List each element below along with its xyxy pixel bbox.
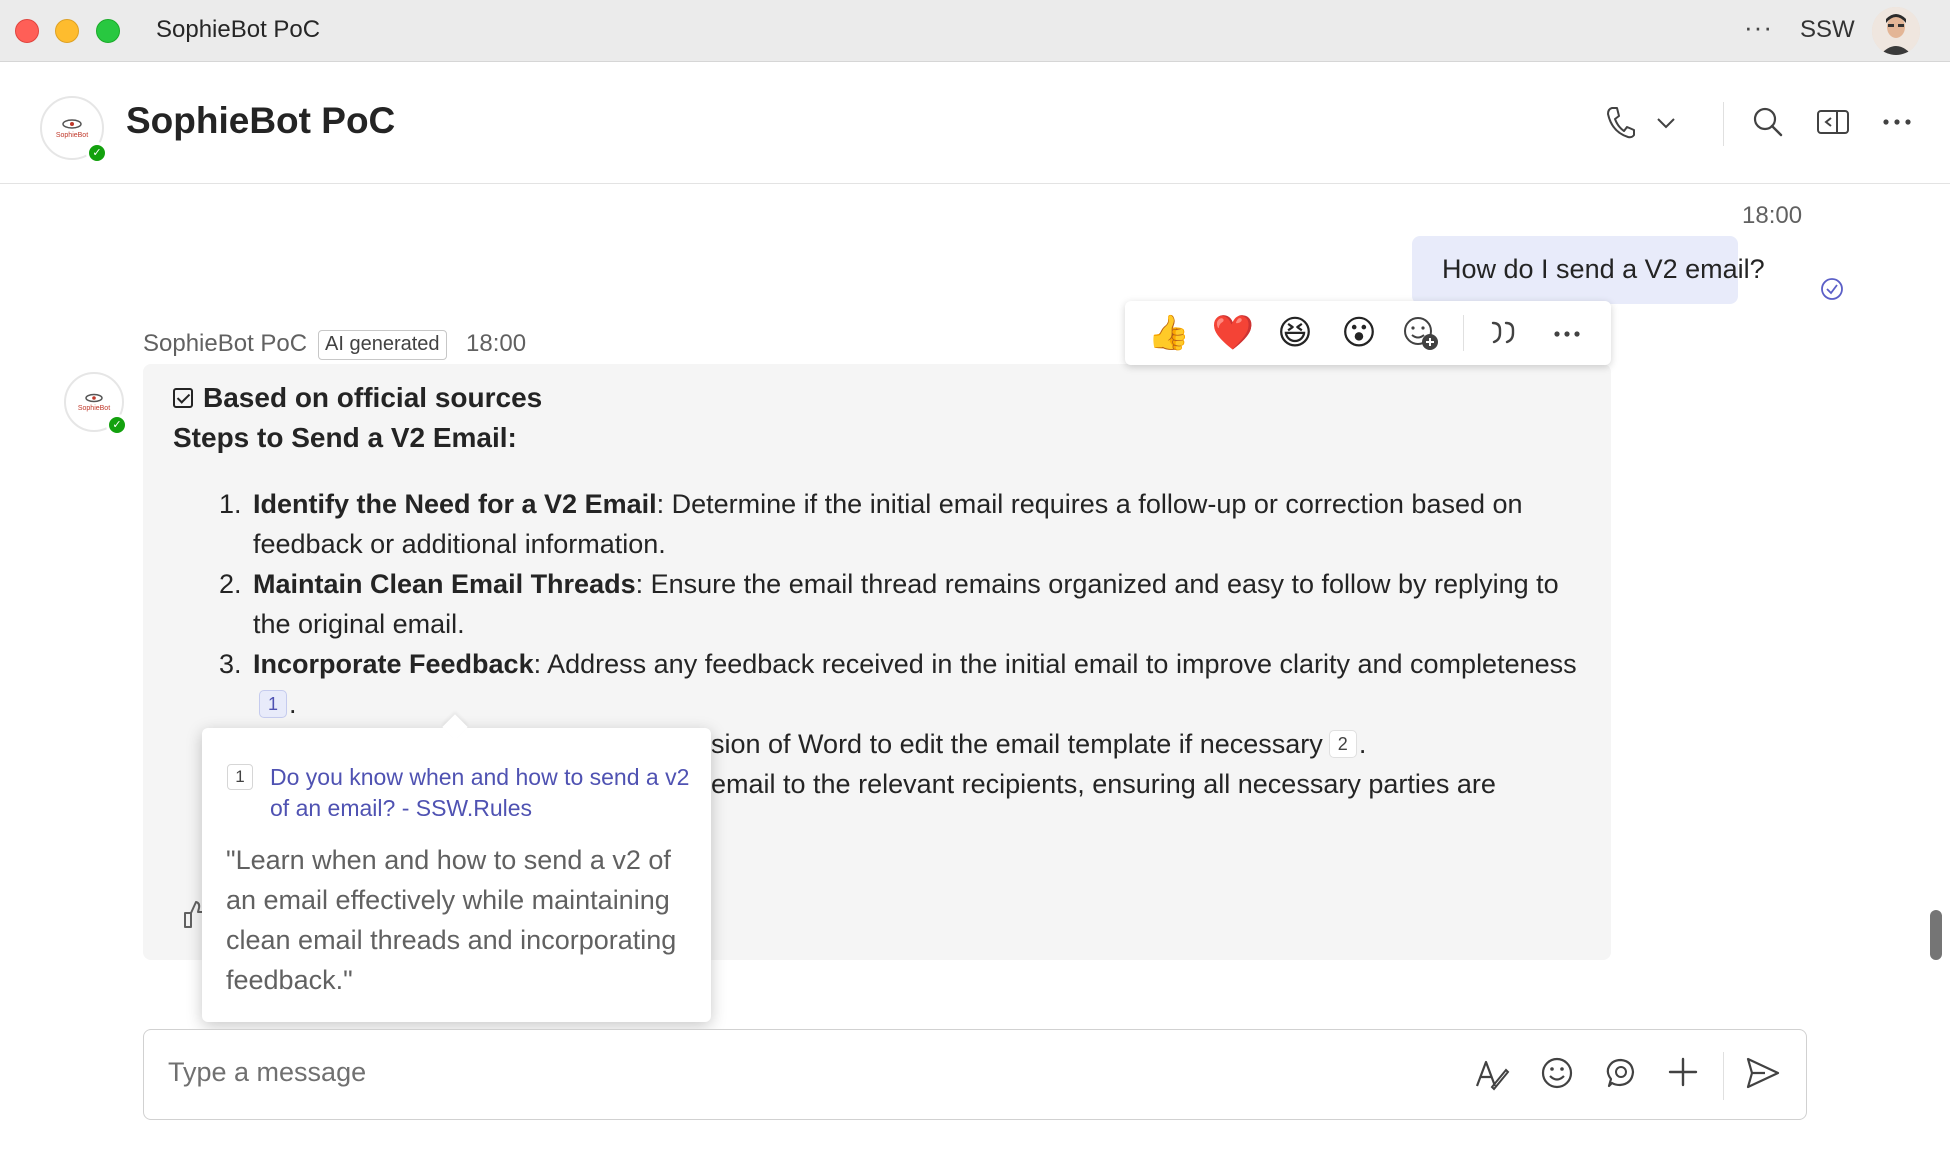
message-bot-avatar[interactable]: SophieBot ✓ [64, 372, 128, 436]
bot-avatar[interactable]: SophieBot ✓ [40, 96, 108, 164]
surprised-reaction-button[interactable]: 😮 [1337, 311, 1381, 355]
message-input[interactable] [168, 1052, 1168, 1092]
citation-marker[interactable]: 2 [1328, 730, 1357, 758]
step-text: : Address any feedback received in the i… [533, 649, 1577, 679]
outgoing-message-text: How do I send a V2 email? [1442, 254, 1765, 284]
message-more-icon[interactable] [1553, 330, 1581, 338]
bot-logo-text: SophieBot [77, 405, 111, 412]
window-title: SophieBot PoC [156, 16, 321, 43]
incoming-timestamp: 18:00 [466, 330, 527, 357]
list-item: 1. Identify the Need for a V2 Email: Det… [219, 484, 1589, 564]
titlebar-more-icon[interactable]: ··· [1744, 12, 1773, 43]
checkbox-icon [173, 388, 193, 408]
citation-quote: "Learn when and how to send a v2 of an e… [226, 845, 677, 995]
steps-heading: Steps to Send a V2 Email: [173, 422, 517, 453]
step-tail: . [289, 689, 297, 719]
step-number: 3. [219, 649, 242, 679]
add-reaction-icon[interactable] [1402, 315, 1440, 351]
step-title: Identify the Need for a V2 Email [253, 489, 657, 519]
list-item: 2. Maintain Clean Email Threads: Ensure … [219, 564, 1589, 644]
composer-divider [1723, 1052, 1724, 1100]
format-icon[interactable] [1474, 1056, 1510, 1092]
outgoing-message[interactable]: How do I send a V2 email? [1412, 236, 1765, 304]
step-title: Incorporate Feedback [253, 649, 534, 679]
step-number: 2. [219, 569, 242, 599]
chat-title: SophieBot PoC [126, 100, 396, 141]
title-bar: SophieBot PoC ··· SSW [0, 0, 1950, 62]
message-composer [143, 1029, 1807, 1120]
user-avatar[interactable] [1872, 7, 1920, 55]
citation-popup: 1 Do you know when and how to send a v2 … [202, 728, 711, 1022]
header-divider [1723, 102, 1724, 146]
chat-header: SophieBot ✓ SophieBot PoC [0, 62, 1950, 184]
loop-icon[interactable] [1603, 1056, 1637, 1090]
step-tail: . [1358, 729, 1367, 759]
chat-scrollbar[interactable] [1930, 910, 1942, 960]
presence-available-icon: ✓ [106, 414, 128, 436]
list-item: 3. Incorporate Feedback: Address any fee… [219, 644, 1589, 724]
send-icon[interactable] [1745, 1056, 1781, 1090]
step-title: Maintain Clean Email Threads [253, 569, 636, 599]
bot-logo-text: SophieBot [55, 132, 89, 139]
like-reaction-button[interactable]: 👍 [1147, 311, 1191, 355]
user-photo-icon [1872, 7, 1920, 55]
citation-link[interactable]: Do you know when and how to send a v2 of… [270, 762, 690, 824]
plus-icon[interactable] [1667, 1056, 1699, 1088]
official-sources-label: Based on official sources [173, 382, 542, 414]
read-receipt-icon [1821, 278, 1843, 300]
maximize-window-button[interactable] [96, 19, 120, 43]
step-text: sion of Word to edit the email template … [711, 729, 1323, 759]
sender-name: SophieBot PoC [143, 330, 308, 357]
org-name[interactable]: SSW [1800, 16, 1855, 44]
step-number: 1. [219, 489, 242, 519]
side-panel-icon[interactable] [1816, 108, 1850, 136]
phone-icon[interactable] [1604, 104, 1636, 140]
heart-reaction-button[interactable]: ❤️ [1211, 311, 1255, 355]
search-icon[interactable] [1752, 106, 1784, 138]
outgoing-timestamp: 18:00 [1742, 202, 1803, 229]
official-sources-text: Based on official sources [203, 382, 543, 413]
close-window-button[interactable] [15, 19, 39, 43]
ai-generated-badge: AI generated [318, 330, 447, 360]
minimize-window-button[interactable] [55, 19, 79, 43]
emoji-icon[interactable] [1540, 1056, 1574, 1090]
reactions-bar: 👍 ❤️ 😆 😮 [1125, 301, 1611, 365]
laugh-reaction-button[interactable]: 😆 [1273, 311, 1317, 355]
presence-available-icon: ✓ [86, 142, 108, 164]
citation-marker[interactable]: 1 [259, 690, 287, 718]
step-text: email to the relevant recipients, ensuri… [711, 769, 1496, 799]
reactions-divider [1463, 315, 1464, 351]
citation-number: 1 [227, 764, 253, 790]
more-icon[interactable] [1882, 118, 1912, 126]
quote-reply-icon[interactable] [1489, 319, 1517, 345]
chevron-down-icon[interactable] [1656, 116, 1676, 130]
